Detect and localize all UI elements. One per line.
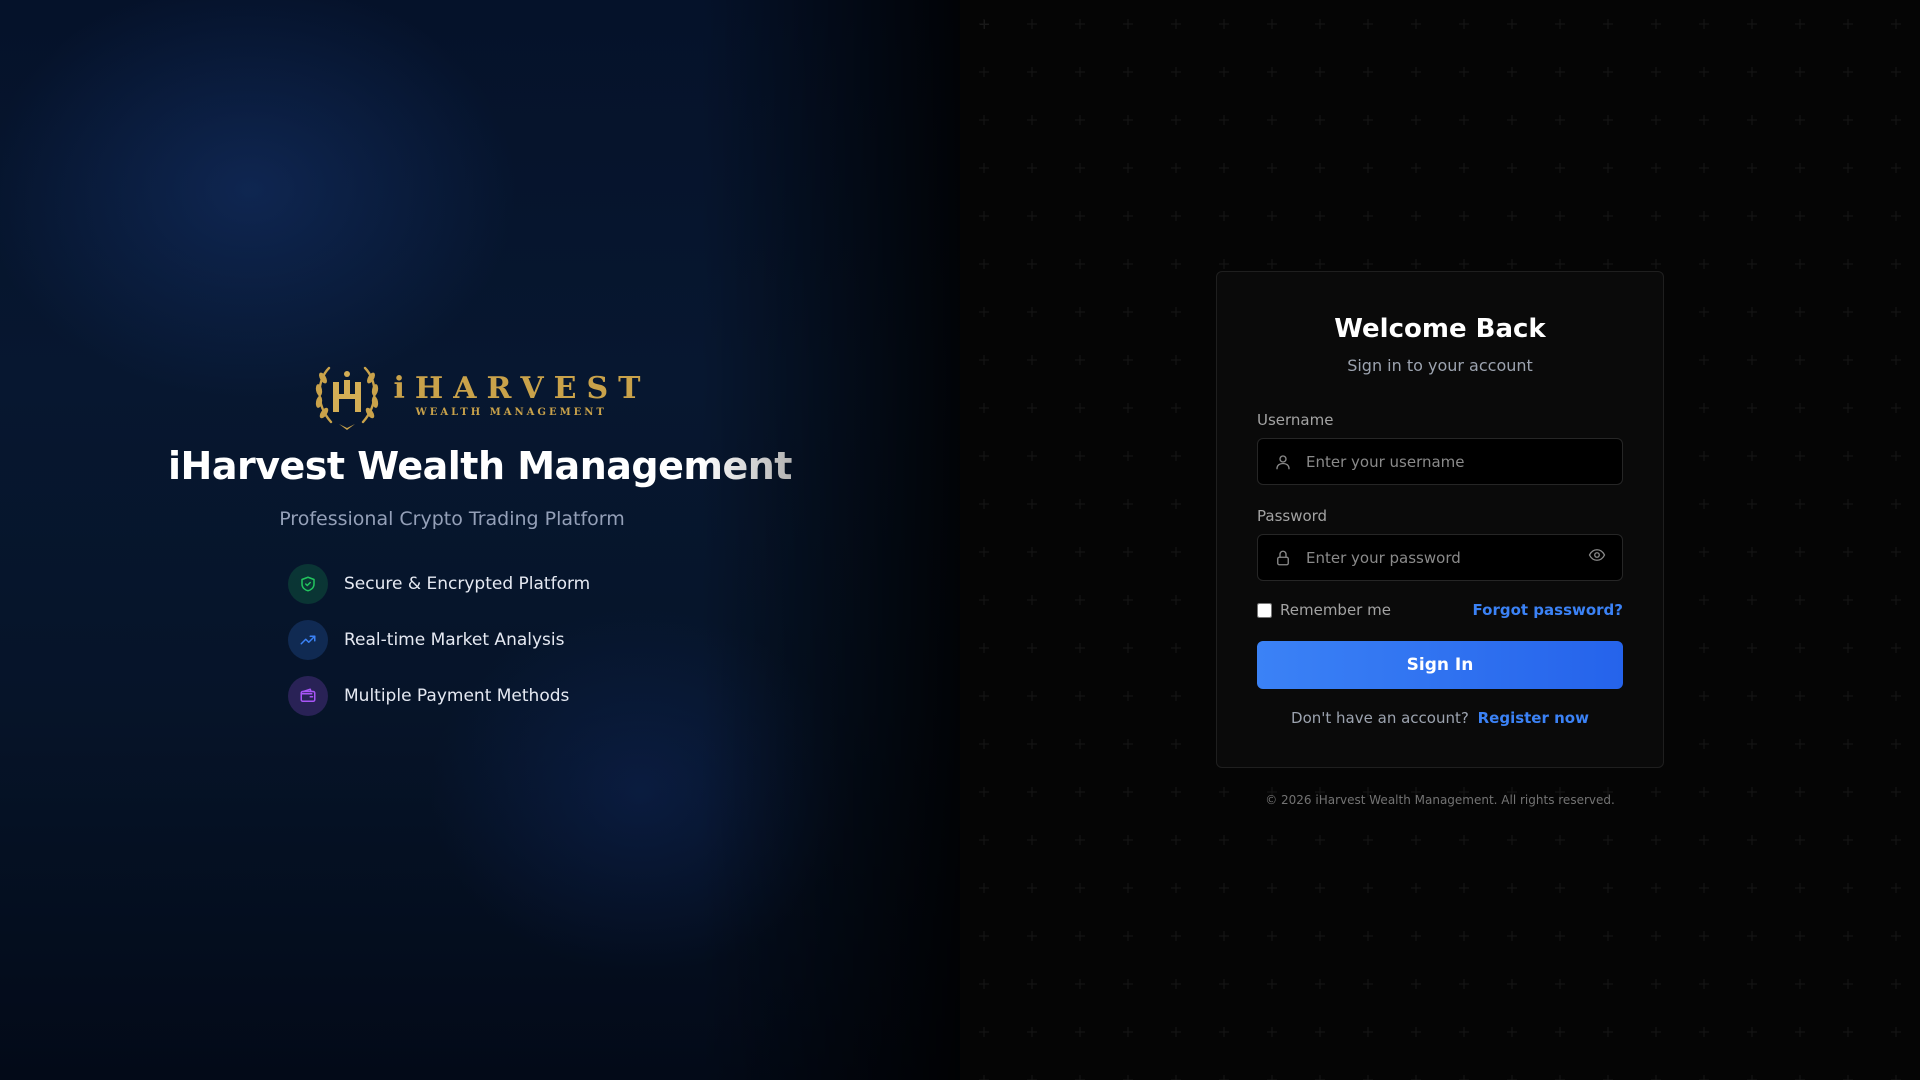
logo-main-text: iHARVEST bbox=[393, 371, 651, 406]
laurel-emblem-icon bbox=[316, 366, 379, 430]
eye-icon[interactable] bbox=[1588, 546, 1606, 564]
login-options-row: Remember me Forgot password? bbox=[1257, 601, 1623, 619]
remember-me[interactable]: Remember me bbox=[1257, 601, 1391, 619]
username-input[interactable] bbox=[1306, 439, 1622, 484]
remember-me-label: Remember me bbox=[1280, 601, 1391, 619]
login-page: iHARVEST WEALTH MANAGEMENT iHarvest Weal… bbox=[0, 0, 1920, 1080]
login-title: Welcome Back bbox=[1334, 314, 1546, 344]
register-link[interactable]: Register now bbox=[1478, 709, 1589, 727]
register-prompt: Don't have an account? bbox=[1291, 709, 1469, 727]
feature-item-payment-methods: Multiple Payment Methods bbox=[288, 676, 590, 716]
feature-label: Secure & Encrypted Platform bbox=[344, 574, 591, 594]
copyright-footer: © 2026 iHarvest Wealth Management. All r… bbox=[1265, 793, 1615, 807]
shield-check-icon bbox=[288, 564, 328, 604]
remember-me-checkbox[interactable] bbox=[1257, 602, 1272, 618]
register-row: Don't have an account? Register now bbox=[1257, 709, 1623, 727]
feature-label: Multiple Payment Methods bbox=[344, 686, 570, 706]
brand-panel: iHARVEST WEALTH MANAGEMENT iHarvest Weal… bbox=[0, 0, 960, 1080]
username-field bbox=[1257, 438, 1623, 485]
feature-item-market-analysis: Real-time Market Analysis bbox=[288, 620, 590, 660]
wallet-icon bbox=[288, 676, 328, 716]
login-panel: Welcome Back Sign in to your account Use… bbox=[960, 0, 1920, 1080]
forgot-password-link[interactable]: Forgot password? bbox=[1473, 601, 1624, 619]
sign-in-button[interactable]: Sign In bbox=[1257, 641, 1623, 689]
brand-title: iHarvest Wealth Management bbox=[168, 444, 792, 488]
user-icon bbox=[1276, 454, 1290, 469]
password-field bbox=[1257, 534, 1623, 581]
company-logo: iHARVEST WEALTH MANAGEMENT bbox=[309, 360, 650, 432]
username-label: Username bbox=[1257, 411, 1334, 429]
logo-wordmark: iHARVEST WEALTH MANAGEMENT bbox=[393, 374, 650, 418]
password-label: Password bbox=[1257, 507, 1328, 525]
password-input[interactable] bbox=[1306, 535, 1588, 580]
lock-icon bbox=[1277, 550, 1289, 565]
logo-sub-text: WEALTH MANAGEMENT bbox=[415, 407, 607, 418]
trending-up-icon bbox=[288, 620, 328, 660]
brand-subtitle: Professional Crypto Trading Platform bbox=[279, 508, 625, 530]
login-card: Welcome Back Sign in to your account Use… bbox=[1216, 271, 1664, 768]
login-subtitle: Sign in to your account bbox=[1347, 356, 1533, 375]
feature-list: Secure & Encrypted Platform Real-time Ma… bbox=[288, 564, 590, 732]
feature-item-security: Secure & Encrypted Platform bbox=[288, 564, 590, 604]
brand-block: iHARVEST WEALTH MANAGEMENT iHarvest Weal… bbox=[0, 360, 960, 530]
feature-label: Real-time Market Analysis bbox=[344, 630, 565, 650]
